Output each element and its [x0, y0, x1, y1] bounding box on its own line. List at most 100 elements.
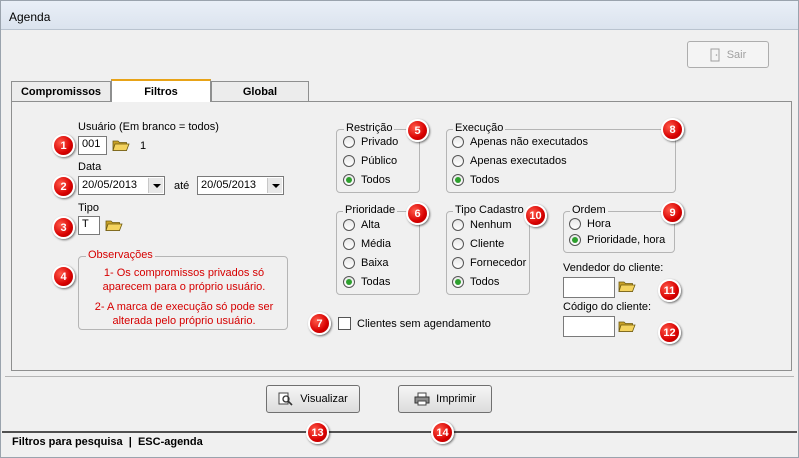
tipo-cadastro-option-todos[interactable]: Todos [452, 276, 499, 288]
usuario-resolved: 1 [140, 140, 147, 152]
clientes-sem-agendamento-checkbox[interactable]: Clientes sem agendamento [338, 317, 491, 330]
tipo-cadastro-option-cliente[interactable]: Cliente [452, 238, 504, 250]
radio-selected-icon [452, 276, 464, 288]
execucao-title: Execução [453, 122, 506, 134]
execucao-option-executados[interactable]: Apenas executados [452, 155, 567, 167]
agenda-window: Agenda Sair Compromissos Filtros Global … [0, 0, 799, 458]
observacoes-note-1: 1- Os compromissos privados só aparecem … [102, 267, 266, 293]
title-bar: Agenda [1, 1, 798, 30]
option-label: Alta [361, 219, 380, 231]
magnifier-document-icon [278, 392, 293, 406]
codigo-input[interactable] [563, 316, 615, 337]
visualizar-button[interactable]: Visualizar [266, 385, 360, 413]
folder-open-icon[interactable] [112, 138, 130, 152]
printer-icon [414, 392, 430, 406]
annotation-badge: 6 [406, 202, 429, 225]
data-label: Data [78, 161, 102, 173]
imprimir-button[interactable]: Imprimir [398, 385, 492, 413]
tab-label: Filtros [144, 85, 178, 98]
restricao-option-publico[interactable]: Público [343, 155, 397, 167]
annotation-badge: 5 [406, 119, 429, 142]
restricao-option-todos[interactable]: Todos [343, 174, 390, 186]
usuario-label: Usuário (Em branco = todos) [78, 121, 219, 133]
sair-label: Sair [726, 48, 747, 61]
codigo-label: Código do cliente: [563, 301, 652, 313]
checkbox-label: Clientes sem agendamento [357, 317, 491, 330]
ordem-option-hora[interactable]: Hora [569, 218, 611, 230]
tipo-label: Tipo [78, 202, 99, 214]
option-label: Público [361, 155, 398, 167]
data-to-value: 20/05/2013 [201, 179, 257, 191]
radio-icon [343, 238, 355, 250]
option-label: Baixa [361, 257, 389, 269]
prioridade-option-todas[interactable]: Todas [343, 276, 390, 288]
folder-open-icon[interactable] [618, 279, 636, 293]
option-label: Fornecedor [470, 257, 527, 269]
execucao-option-todos[interactable]: Todos [452, 174, 499, 186]
prioridade-option-baixa[interactable]: Baixa [343, 257, 389, 269]
annotation-badge: 2 [52, 175, 75, 198]
tab-label: Compromissos [20, 85, 102, 98]
option-label: Apenas executados [470, 155, 567, 167]
radio-selected-icon [569, 234, 581, 246]
option-label: Prioridade, hora [587, 234, 666, 246]
chevron-down-icon[interactable] [267, 178, 282, 193]
annotation-badge: 3 [52, 216, 75, 239]
ordem-option-prioridade-hora[interactable]: Prioridade, hora [569, 234, 665, 246]
annotation-badge: 4 [52, 265, 75, 288]
annotation-badge: 1 [52, 134, 75, 157]
radio-selected-icon [452, 174, 464, 186]
separator [5, 376, 794, 377]
radio-icon [452, 238, 464, 250]
option-label: Privado [361, 136, 399, 148]
tab-filtros[interactable]: Filtros [111, 79, 211, 102]
radio-icon [343, 155, 355, 167]
option-label: Hora [587, 218, 611, 230]
tab-global[interactable]: Global [211, 81, 309, 101]
tipo-input[interactable]: T [78, 216, 100, 235]
annotation-badge: 12 [658, 321, 681, 344]
prioridade-option-media[interactable]: Média [343, 238, 391, 250]
restricao-title: Restrição [344, 122, 395, 134]
data-from-value: 20/05/2013 [82, 179, 138, 191]
folder-open-icon[interactable] [618, 319, 636, 333]
prioridade-option-alta[interactable]: Alta [343, 219, 380, 231]
ordem-title: Ordem [570, 204, 608, 216]
data-from-picker[interactable]: 20/05/2013 [78, 176, 165, 195]
radio-icon [343, 136, 355, 148]
observacoes-title: Observações [86, 249, 155, 261]
data-to-picker[interactable]: 20/05/2013 [197, 176, 284, 195]
annotation-badge: 9 [661, 201, 684, 224]
option-label: Cliente [470, 238, 505, 250]
sair-button[interactable]: Sair [687, 41, 769, 68]
status-text: Filtros para pesquisa | ESC-agenda [12, 436, 203, 448]
chevron-down-icon[interactable] [148, 178, 163, 193]
radio-selected-icon [343, 276, 355, 288]
window-title: Agenda [9, 10, 51, 24]
radio-icon [569, 218, 581, 230]
tab-compromissos[interactable]: Compromissos [11, 81, 111, 101]
checkbox-icon [338, 317, 351, 330]
usuario-input[interactable]: 001 [78, 136, 107, 155]
vendedor-input[interactable] [563, 277, 615, 298]
tab-label: Global [242, 85, 278, 98]
option-label: Todos [470, 276, 500, 288]
tipo-cadastro-title: Tipo Cadastro [453, 204, 526, 216]
annotation-badge: 7 [308, 312, 331, 335]
radio-icon [452, 257, 464, 269]
radio-icon [452, 136, 464, 148]
execucao-option-nao-executados[interactable]: Apenas não executados [452, 136, 588, 148]
folder-open-icon[interactable] [105, 218, 123, 232]
annotation-badge: 11 [658, 279, 681, 302]
radio-icon [343, 219, 355, 231]
tipo-cadastro-option-fornecedor[interactable]: Fornecedor [452, 257, 526, 269]
status-bar: Filtros para pesquisa | ESC-agenda [2, 431, 797, 455]
option-label: Nenhum [470, 219, 512, 231]
door-exit-icon [710, 48, 720, 61]
tipo-cadastro-option-nenhum[interactable]: Nenhum [452, 219, 512, 231]
annotation-badge: 14 [431, 421, 454, 444]
annotation-badge: 13 [306, 421, 329, 444]
restricao-option-privado[interactable]: Privado [343, 136, 398, 148]
option-label: Todos [361, 174, 391, 186]
option-label: Apenas não executados [470, 136, 589, 148]
